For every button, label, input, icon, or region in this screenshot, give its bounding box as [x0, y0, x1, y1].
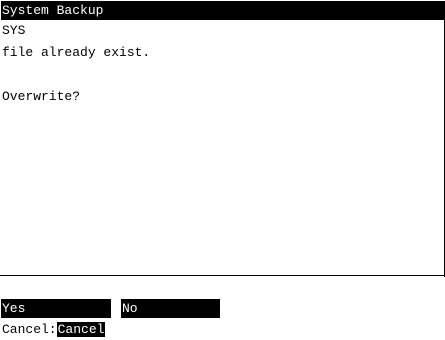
cancel-row: Cancel:Cancel: [2, 320, 106, 339]
cancel-button[interactable]: Cancel: [56, 322, 106, 337]
yes-button[interactable]: Yes: [1, 299, 111, 318]
window-title: System Backup: [1, 1, 445, 20]
terminal-screen: System Backup SYS file already exist. Ov…: [0, 0, 445, 340]
message-exists-text: file already exist.: [2, 45, 151, 60]
no-button[interactable]: No: [121, 299, 220, 318]
overwrite-prompt: Overwrite?: [2, 89, 81, 104]
cancel-prompt-label: Cancel:: [2, 322, 57, 337]
softkey-divider: [0, 275, 445, 276]
message-filename: SYS: [2, 23, 26, 38]
